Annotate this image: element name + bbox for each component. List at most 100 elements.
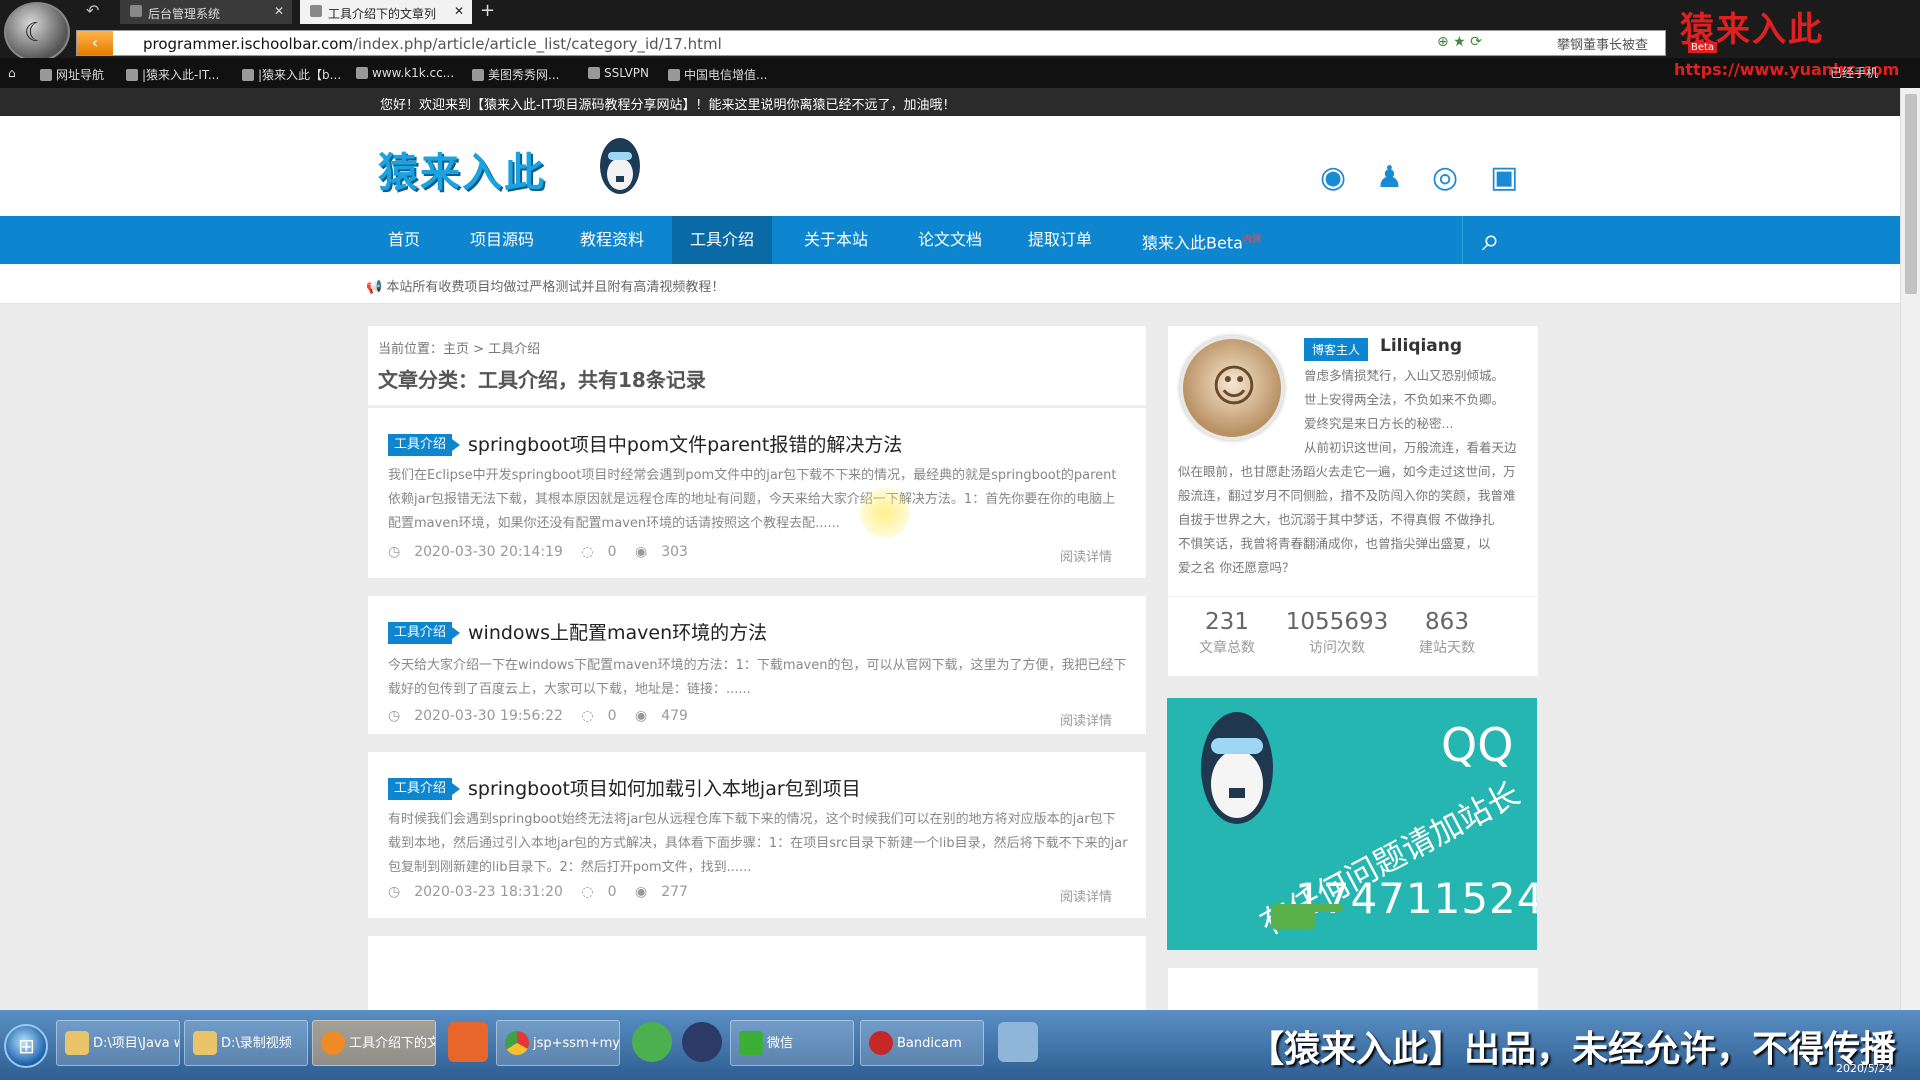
task-wechat[interactable]: 微信 [730,1020,854,1066]
article-tag[interactable]: 工具介绍 [388,778,461,800]
read-more-link[interactable]: 阅读详情 [1060,546,1112,565]
task-bandicam[interactable]: Bandicam [860,1020,984,1066]
close-icon[interactable]: ✕ [274,4,284,18]
bookmark-item[interactable]: 网址导航 [40,66,104,83]
bookmark-item[interactable]: www.k1k.cc... [356,66,454,80]
pinterest-icon[interactable]: ▣ [1490,160,1518,195]
rss-icon[interactable]: ◉ [1320,160,1346,195]
eye-icon: ◉ [634,544,648,560]
article-title[interactable]: springboot项目中pom文件parent报错的解决方法 [468,430,902,457]
nav-orders[interactable]: 提取订单 [1010,216,1110,264]
nav-tutorials[interactable]: 教程资料 [562,216,662,264]
bio-line: 世上安得两全法，不负如来不负卿。 [1304,392,1505,407]
bookmark-item[interactable]: SSLVPN [588,66,649,80]
task-chrome[interactable]: jsp+ssm+mysql... [496,1020,620,1066]
scrollbar[interactable] [1900,88,1920,1010]
nav-home[interactable]: 首页 [370,216,438,264]
new-tab-button[interactable]: + [480,0,495,21]
undo-close-tab-icon[interactable]: ↶ [86,1,99,20]
tab-admin[interactable]: 后台管理系统 ✕ [120,0,292,24]
search-icon[interactable]: ⌕ [1482,220,1500,259]
task-browser[interactable]: 工具介绍下的文... [312,1020,436,1066]
url-path: /index.php/article/article_list/category… [353,35,722,53]
bookmark-icon [242,69,254,81]
bio-line: 爱之名 你还愿意吗？ [1178,560,1295,575]
url-text[interactable]: programmer.ischoolbar.com/index.php/arti… [143,35,722,53]
task-label: D:\录制视频 [221,1036,292,1051]
back-button[interactable]: ‹ [77,31,113,55]
notice-text: 📢 本站所有收费项目均做过严格测试并且附有高清视频教程！ [366,280,725,295]
web-page: 您好！欢迎来到【猿来入此-IT项目源码教程分享网站】！能来这里说明你离猿已经不远… [0,88,1900,1010]
bookmark-icon [356,67,368,79]
read-more-link[interactable]: 阅读详情 [1060,710,1112,729]
bookmark-item[interactable]: |猿来入此【b... [242,66,341,83]
app-icon[interactable] [632,1022,672,1062]
tab-article-list[interactable]: 工具介绍下的文章列 ✕ [300,0,472,24]
bookmark-icon [472,69,484,81]
bookmark-bar: ⌂ 网址导航 |猿来入此-IT... |猿来入此【b... www.k1k.cc… [0,58,1920,88]
close-icon[interactable]: ✕ [454,4,464,18]
weibo-icon[interactable]: ◎ [1432,160,1458,195]
site-logo[interactable]: 猿来入此 [378,140,546,198]
article-comments: 0 [607,708,617,724]
watermark-beta: Beta [1688,42,1718,53]
start-button[interactable]: ⊞ [4,1024,48,1068]
article-date: 2020-03-30 20:14:19 [414,544,563,560]
article-tag[interactable]: 工具介绍 [388,434,461,456]
xmind-icon[interactable] [448,1022,488,1062]
stat-visits: 1055693 访问次数 [1282,609,1392,657]
home-icon[interactable]: ⌂ [8,66,16,80]
article-excerpt: 今天给大家介绍一下在windows下配置maven环境的方法：1：下载maven… [388,658,1127,697]
article-card-partial [368,936,1146,1010]
stat-days: 863 建站天数 [1392,609,1502,657]
page-title: 文章分类：工具介绍，共有18条记录 [378,368,706,392]
scroll-thumb[interactable] [1905,94,1917,294]
monkey-logo-icon [600,138,640,194]
article-date: 2020-03-23 18:31:20 [414,884,563,900]
qq-icon[interactable]: ♟ [1376,160,1403,195]
url-host: programmer.ischoolbar.com [143,35,353,53]
nav-papers[interactable]: 论文文档 [900,216,1000,264]
bookmark-item[interactable]: |猿来入此-IT... [126,66,219,83]
eclipse-icon[interactable] [682,1022,722,1062]
nav-about[interactable]: 关于本站 [786,216,886,264]
article-meta: ◷ 2020-03-30 20:14:19 ◌ 0 ◉ 303 [388,544,702,560]
app-icon[interactable] [998,1022,1038,1062]
security-icon[interactable]: ⊕ ★ ⟳ [1437,34,1482,50]
site-header: 猿来入此 ◉ ♟ ◎ ▣ [0,116,1900,216]
stat-articles: 231 文章总数 [1172,609,1282,657]
nav-tools[interactable]: 工具介绍 [672,216,773,264]
bookmark-icon [126,69,138,81]
tab-label: 工具介绍下的文章列 [328,7,437,21]
bookmark-item[interactable]: 中国电信增值... [668,66,767,83]
browser-logo-icon[interactable]: ☾ [4,2,70,62]
article-card: 工具介绍 springboot项目中pom文件parent报错的解决方法 我们在… [368,408,1146,578]
qq-contact-banner[interactable]: QQ 有任何问题请加站长 1747115243 [1167,698,1537,950]
article-excerpt: 有时候我们会遇到springboot始终无法将jar包从远程仓库下载下来的情况，… [388,812,1128,875]
article-title[interactable]: springboot项目如何加载引入本地jar包到项目 [468,774,861,801]
search-input[interactable]: 攀钢董事长被查 [1537,32,1672,54]
read-more-link[interactable]: 阅读详情 [1060,886,1112,905]
bookmark-item[interactable]: 美图秀秀网... [472,66,559,83]
task-explorer-project[interactable]: D:\项目\Java we... [56,1020,180,1066]
nav-beta-label: 猿来入此Beta [1142,233,1243,253]
article-title[interactable]: windows上配置maven环境的方法 [468,618,767,645]
author-badge: 博客主人 [1304,338,1369,361]
task-label: D:\项目\Java we... [93,1036,179,1051]
cursor-highlight [860,488,910,538]
bookmark-icon [40,69,52,81]
sidebar-widget-partial [1168,968,1538,1010]
article-views: 479 [661,708,688,724]
nav-beta[interactable]: 猿来入此Beta内测 [1124,216,1279,264]
nav-projects[interactable]: 项目源码 [452,216,552,264]
bio-line: 曾虑多情损梵行，入山又恐别倾城。 [1304,368,1505,383]
record-icon [869,1031,893,1055]
megaphone-icon: 📢 [366,280,387,295]
task-explorer-videos[interactable]: D:\录制视频 [184,1020,308,1066]
bio-line: 爱终究是来日方长的秘密... [1304,416,1454,431]
article-views: 303 [661,544,688,560]
article-tag[interactable]: 工具介绍 [388,622,461,644]
bio-line: 般流连，翻过岁月不同侧脸，措不及防闯入你的笑颜，我曾难 [1178,488,1516,503]
address-bar[interactable]: ‹ programmer.ischoolbar.com/index.php/ar… [76,30,1666,56]
task-label: 微信 [767,1036,794,1051]
